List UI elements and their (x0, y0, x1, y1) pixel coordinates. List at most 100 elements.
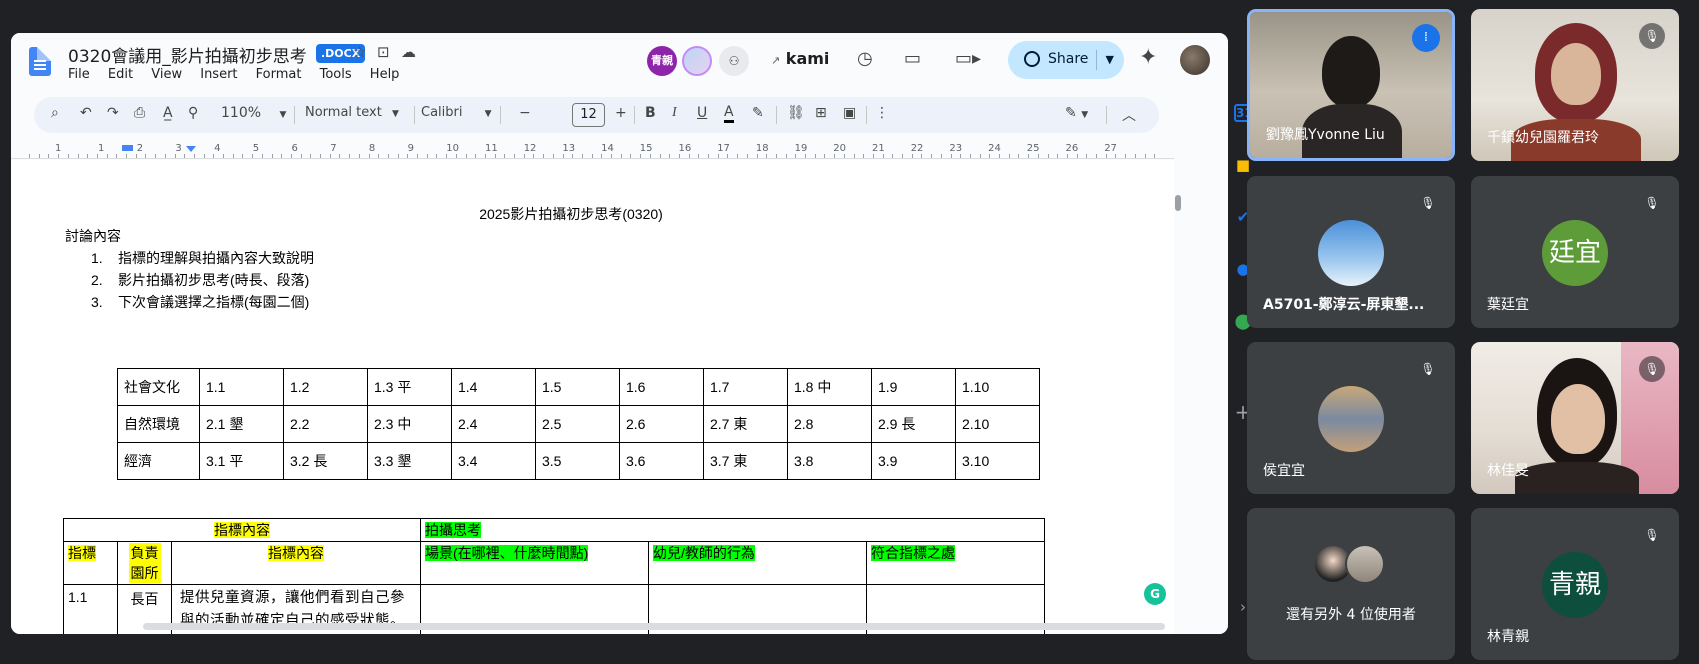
participant-tile[interactable]: 青親 🎙︎ 林青親 (1471, 508, 1679, 660)
print-icon[interactable]: ⎙ (134, 105, 145, 121)
table-cell: 3.6 (619, 442, 704, 480)
italic-icon[interactable]: I (672, 105, 677, 121)
cloud-status-icon[interactable]: ☁ (401, 43, 416, 61)
table-cell: 3.5 (535, 442, 620, 480)
filming-plan-table: 指標內容 拍攝思考 指標 負責園所 指標內容 場景(在哪裡、什麼時間點) 幼兒/… (63, 518, 1045, 634)
page-margin-area (1174, 160, 1228, 634)
ruler-minor-tick (669, 154, 671, 158)
table-row: 自然環境 2.1 墾 2.2 2.3 中 2.4 2.5 2.6 2.7 東 2… (117, 405, 1040, 443)
search-menus-icon[interactable]: ⌕ (51, 105, 59, 121)
decrease-font-size-icon[interactable]: − (519, 105, 531, 121)
ruler-minor-tick (572, 154, 574, 158)
google-docs-window: 0320會議用_影片拍攝初步思考 .DOCX ☆ ⊡ ☁ File Edit V… (11, 33, 1228, 634)
ruler-minor-tick (746, 154, 748, 158)
undo-icon[interactable]: ↶ (80, 105, 92, 121)
document-page[interactable]: 2025影片拍攝初步思考(0320) 討論內容 1. 指標的理解與拍攝內容大致說明… (11, 160, 1174, 634)
docs-title-bar: 0320會議用_影片拍攝初步思考 .DOCX ☆ ⊡ ☁ File Edit V… (11, 33, 1228, 91)
ruler-tick-label: 16 (678, 143, 692, 154)
paragraph-style-select[interactable]: Normal text ▼ (305, 105, 399, 120)
increase-font-size-icon[interactable]: + (615, 105, 627, 121)
participant-tile[interactable]: 廷宜 🎙︎ 葉廷宜 (1471, 176, 1679, 328)
hanging-indent-marker-icon[interactable] (186, 146, 196, 152)
table-cell: 經濟 (117, 442, 200, 480)
spellcheck-icon[interactable]: A̲ (163, 105, 173, 121)
ruler-minor-tick (116, 154, 118, 158)
ruler-minor-tick (756, 154, 758, 158)
hide-menus-icon[interactable]: ︿ (1122, 105, 1136, 125)
horizontal-scrollbar[interactable] (143, 623, 1165, 630)
ruler-minor-tick (785, 154, 787, 158)
grammarly-icon[interactable]: G (1144, 583, 1166, 605)
participant-tile[interactable]: 🎙︎ 林佳旻 (1471, 342, 1679, 494)
share-button[interactable]: Share ▼ (1008, 41, 1124, 79)
highlight-color-icon[interactable]: ✎ (752, 105, 764, 121)
ruler-minor-tick (795, 154, 797, 158)
editing-mode-icon[interactable]: ✎ ▼ (1065, 105, 1088, 121)
kami-extension-button[interactable]: ↗ kami (771, 49, 829, 68)
paint-format-icon[interactable]: ⚲ (188, 105, 198, 121)
meet-camera-icon[interactable]: ▭▸ (955, 48, 981, 69)
ruler-tick-label: 20 (833, 143, 847, 154)
menu-format[interactable]: Format (256, 67, 302, 82)
collaborator-avatar[interactable]: 青親 (647, 46, 677, 76)
menu-tools[interactable]: Tools (320, 67, 352, 82)
toolbar-divider (1106, 106, 1107, 124)
insert-image-icon[interactable]: ▣ (843, 105, 856, 121)
underline-icon[interactable]: U (697, 105, 707, 121)
external-link-icon: ↗ (771, 54, 781, 67)
font-select[interactable]: Calibri ▼ (421, 105, 492, 120)
table-cell: 1.6 (619, 368, 704, 406)
text-color-icon[interactable]: A (724, 105, 734, 123)
ruler-minor-tick (688, 154, 690, 158)
more-options-icon[interactable]: ⋮ (875, 105, 889, 121)
table-cell: 自然環境 (117, 405, 200, 443)
horizontal-ruler[interactable]: 1 1 2 3 4 5 6 7 8 9 10 11 12 13 14 15 16 17 18 19 20 21 22 23 24… (11, 137, 1174, 159)
menu-view[interactable]: View (151, 67, 182, 82)
menu-help[interactable]: Help (370, 67, 400, 82)
move-folder-icon[interactable]: ⊡ (377, 43, 390, 61)
participant-tile[interactable]: ⁞ 劉豫鳳Yvonne Liu (1247, 9, 1455, 161)
table-cell: 1.9 (871, 368, 956, 406)
participant-name: 千鎮幼兒園羅君玲 (1487, 130, 1599, 146)
menu-file[interactable]: File (68, 67, 90, 82)
docs-logo-icon[interactable] (29, 47, 51, 76)
add-comment-icon[interactable]: ⊞ (815, 105, 827, 121)
document-title[interactable]: 0320會議用_影片拍攝初步思考 (68, 42, 307, 67)
share-dropdown-icon[interactable]: ▼ (1095, 50, 1114, 70)
table-cell: 1.4 (451, 368, 536, 406)
indent-marker-icon[interactable] (122, 145, 133, 151)
vertical-scrollbar[interactable] (1175, 195, 1181, 211)
ruler-minor-tick (882, 154, 884, 158)
comments-icon[interactable]: ▭ (904, 48, 921, 69)
menu-insert[interactable]: Insert (200, 67, 237, 82)
account-avatar[interactable] (1180, 45, 1210, 75)
redo-icon[interactable]: ↷ (107, 105, 119, 121)
ruler-minor-tick (87, 154, 89, 158)
others-tile[interactable]: 還有另外 4 位使用者 (1247, 508, 1455, 660)
participant-tile[interactable]: 🎙︎ A5701-鄭淳云-屏東墾... (1247, 176, 1455, 328)
gemini-sparkle-icon[interactable]: ✦ (1139, 45, 1157, 70)
menu-edit[interactable]: Edit (108, 67, 133, 82)
font-size-input[interactable]: 12 (572, 103, 605, 127)
insert-link-icon[interactable]: ⛓ (787, 105, 805, 121)
participant-avatar (1345, 544, 1385, 584)
ruler-tick-label: 4 (214, 143, 221, 154)
ruler-minor-tick (620, 154, 622, 158)
zoom-select[interactable]: 110% ▼ (221, 105, 286, 121)
table-cell: 2.3 中 (367, 405, 452, 443)
ruler-tick-label: 24 (988, 143, 1001, 154)
ruler-minor-tick (514, 154, 515, 158)
collaborators-more-icon[interactable]: ⚇ (719, 46, 749, 76)
bold-icon[interactable]: B (645, 105, 656, 121)
ruler-minor-tick (300, 154, 302, 158)
table-row: 指標內容 拍攝思考 (63, 518, 1045, 542)
table-cell: 2.7 東 (703, 405, 788, 443)
star-icon[interactable]: ☆ (353, 43, 366, 61)
ruler-tick-label: 13 (562, 143, 576, 154)
participant-tile[interactable]: 🎙︎ 侯宜宜 (1247, 342, 1455, 494)
ruler-minor-tick (290, 154, 292, 158)
toolbar-divider (500, 106, 501, 124)
participant-tile[interactable]: 🎙︎ 千鎮幼兒園羅君玲 (1471, 9, 1679, 161)
collaborator-avatar-image[interactable] (682, 46, 712, 76)
history-icon[interactable]: ◷ (857, 48, 873, 69)
